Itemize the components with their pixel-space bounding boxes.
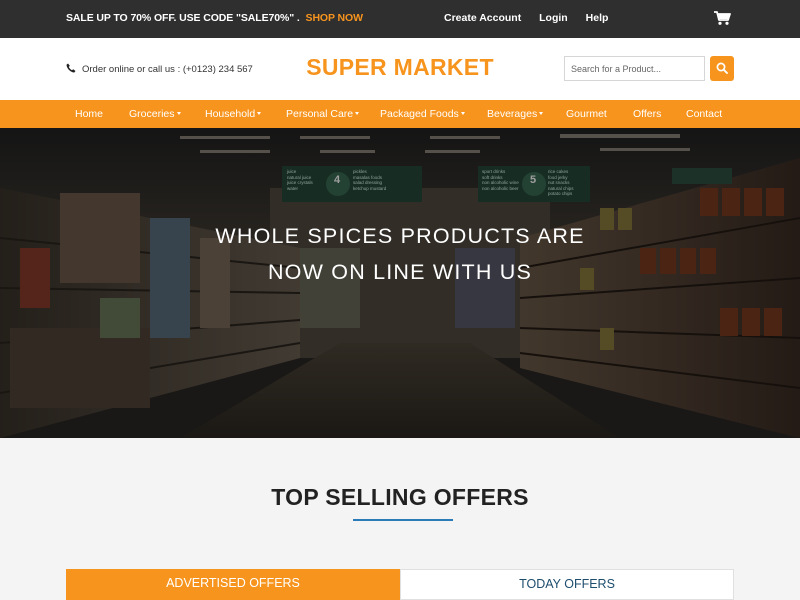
nav-item-gourmet[interactable]: Gourmet	[566, 108, 607, 120]
account-links: Create Account Login Help	[444, 12, 623, 24]
caret-down-icon	[257, 112, 262, 115]
tab-advertised-offers[interactable]: ADVERTISED OFFERS	[66, 569, 400, 600]
nav-item-home[interactable]: Home	[75, 108, 103, 120]
shopping-cart-icon[interactable]	[713, 10, 731, 26]
search-icon	[716, 62, 728, 74]
nav-label: Personal Care	[286, 108, 354, 120]
nav-item-offers[interactable]: Offers	[633, 108, 661, 120]
caret-down-icon	[460, 112, 465, 115]
logo-text[interactable]: SUPER MARKET	[306, 54, 494, 80]
search-button[interactable]	[710, 56, 734, 81]
nav-label: Household	[205, 108, 256, 120]
nav-item-packaged-foods[interactable]: Packaged Foods	[380, 108, 465, 120]
title-underline	[353, 519, 453, 521]
create-account-link[interactable]: Create Account	[444, 12, 521, 24]
promo-banner: SALE UP TO 70% OFF. USE CODE "SALE70%" .…	[66, 12, 363, 24]
site-header: Order online or call us : (+0123) 234 56…	[0, 38, 800, 100]
hero-headline-line-1: WHOLE SPICES PRODUCTS ARE	[215, 224, 585, 248]
hero-banner: juice natural juice juice crystals water…	[0, 128, 800, 438]
product-search-input[interactable]	[564, 56, 705, 81]
nav-label: Gourmet	[566, 108, 607, 120]
top-bar: SALE UP TO 70% OFF. USE CODE "SALE70%" .…	[0, 0, 800, 38]
nav-item-personal-care[interactable]: Personal Care	[286, 108, 360, 120]
nav-item-beverages[interactable]: Beverages	[487, 108, 544, 120]
promo-text: SALE UP TO 70% OFF. USE CODE "SALE70%" .	[66, 12, 300, 24]
caret-down-icon	[539, 112, 544, 115]
shop-now-link[interactable]: SHOP NOW	[306, 12, 363, 24]
caret-down-icon	[176, 112, 181, 115]
tab-today-offers[interactable]: TODAY OFFERS	[400, 569, 734, 600]
hero-headline-line-2: NOW ON LINE WITH US	[267, 260, 533, 284]
help-link[interactable]: Help	[586, 12, 609, 24]
caret-down-icon	[355, 112, 360, 115]
nav-label: Groceries	[129, 108, 175, 120]
contact-info: Order online or call us : (+0123) 234 56…	[66, 63, 253, 75]
nav-label: Beverages	[487, 108, 538, 120]
nav-item-groceries[interactable]: Groceries	[129, 108, 181, 120]
contact-text: Order online or call us : (+0123) 234 56…	[82, 64, 253, 75]
login-link[interactable]: Login	[539, 12, 568, 24]
nav-label: Contact	[686, 108, 723, 120]
section-title: TOP SELLING OFFERS	[271, 484, 529, 510]
nav-label: Packaged Foods	[380, 108, 459, 120]
main-nav: Home Groceries Household Personal Care P…	[0, 100, 800, 128]
nav-label: Home	[75, 108, 104, 120]
nav-label: Offers	[633, 108, 662, 120]
phone-icon	[66, 63, 76, 73]
offers-tabs: ADVERTISED OFFERS TODAY OFFERS	[66, 569, 734, 600]
nav-item-household[interactable]: Household	[205, 108, 262, 120]
nav-item-contact[interactable]: Contact	[686, 108, 722, 120]
